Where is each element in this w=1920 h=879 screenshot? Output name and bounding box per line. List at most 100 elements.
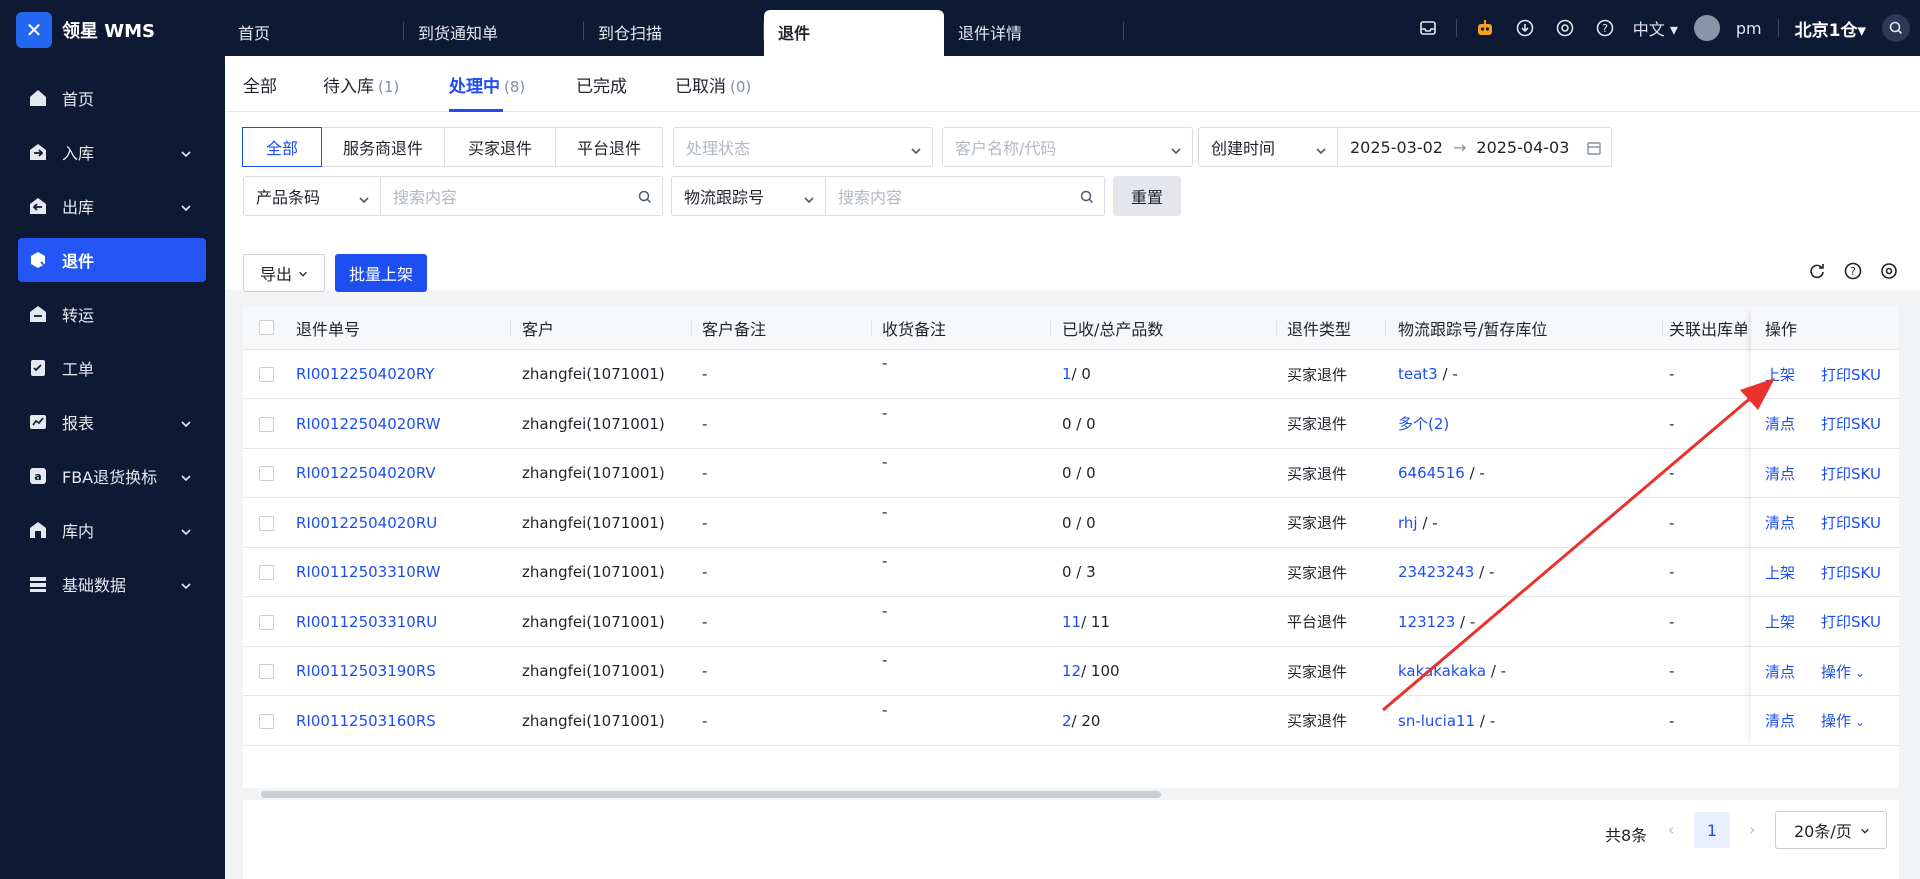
row-checkbox[interactable]: [259, 565, 274, 580]
app-logo[interactable]: ✕ 领星 WMS: [16, 12, 155, 48]
sidebar-item-fba-relabel[interactable]: a FBA退货换标: [18, 454, 206, 498]
select-all-checkbox[interactable]: [259, 320, 274, 335]
return-no-link[interactable]: RI00122504020RU: [296, 514, 437, 532]
sidebar-item-inventory[interactable]: 库内: [18, 508, 206, 552]
tracking-link[interactable]: rhj: [1398, 514, 1418, 532]
return-no-link[interactable]: RI00122504020RY: [296, 365, 434, 383]
tab-status-processing[interactable]: 处理中 (8): [449, 72, 525, 97]
status-placeholder: 处理状态: [686, 139, 751, 158]
inbox-icon[interactable]: [1416, 16, 1440, 40]
horizontal-scrollbar[interactable]: [243, 788, 1899, 800]
row-checkbox[interactable]: [259, 416, 274, 432]
customer-note-cell: -: [702, 662, 708, 680]
tab-status-pending[interactable]: 待入库 (1): [323, 72, 399, 97]
search-placeholder: 搜索内容: [838, 188, 903, 207]
batch-shelve-button[interactable]: 批量上架: [335, 254, 427, 292]
sidebar-item-home[interactable]: 首页: [18, 76, 206, 120]
return-no-link[interactable]: RI00112503160RS: [296, 712, 436, 730]
tracking-link[interactable]: kakakakaka: [1398, 662, 1486, 680]
next-page-icon[interactable]: ›: [1749, 820, 1755, 839]
help-icon[interactable]: ?: [1844, 262, 1862, 284]
type-platform-button[interactable]: 平台退件: [555, 127, 663, 167]
return-no-link[interactable]: RI00112503310RW: [296, 563, 440, 581]
tracking-link[interactable]: 多个(2): [1398, 415, 1449, 433]
customer-note-cell: -: [702, 563, 708, 581]
tab-arrival-scan[interactable]: 到仓扫描: [584, 0, 764, 56]
tracking-search-input[interactable]: 搜索内容: [825, 176, 1105, 216]
status-tab-count: (8): [504, 78, 526, 96]
language-select[interactable]: 中文 ▾: [1633, 16, 1678, 40]
export-button[interactable]: 导出: [243, 254, 325, 292]
tracking-link[interactable]: sn-lucia11: [1398, 712, 1475, 730]
tracking-link[interactable]: 23423243: [1398, 563, 1474, 581]
page-size-select[interactable]: 20条/页: [1775, 811, 1887, 849]
row-checkbox[interactable]: [259, 515, 274, 531]
search-icon[interactable]: [1882, 14, 1910, 42]
tracking-link[interactable]: 6464516: [1398, 464, 1465, 482]
column-settings-icon[interactable]: [1880, 262, 1898, 284]
sidebar-item-inbound[interactable]: 入库: [18, 130, 206, 174]
received-total-cell: 11/ 11: [1062, 613, 1110, 631]
sidebar-item-transfer[interactable]: 转运: [18, 292, 206, 336]
refresh-icon[interactable]: [1808, 262, 1826, 284]
avatar[interactable]: [1693, 15, 1720, 41]
received-count[interactable]: 11: [1062, 613, 1081, 631]
user-name[interactable]: pm: [1736, 19, 1762, 38]
received-count[interactable]: 12: [1062, 662, 1081, 680]
scrollbar-thumb[interactable]: [261, 791, 1161, 798]
search-placeholder: 搜索内容: [393, 188, 458, 207]
robot-icon[interactable]: [1473, 16, 1497, 40]
reset-button[interactable]: 重置: [1113, 176, 1181, 216]
search-icon: [1080, 189, 1094, 208]
col-divider: [1662, 320, 1663, 336]
storage-location: / -: [1475, 711, 1496, 730]
sidebar-item-workorder[interactable]: 工单: [18, 346, 206, 390]
date-type-select[interactable]: 创建时间: [1198, 127, 1338, 167]
row-checkbox[interactable]: [259, 466, 274, 481]
received-count[interactable]: 2: [1062, 712, 1072, 730]
customer-select[interactable]: 客户名称/代码: [942, 127, 1193, 167]
return-no-link[interactable]: RI00122504020RW: [296, 415, 440, 433]
tab-return-detail[interactable]: 退件详情: [944, 0, 1124, 56]
received-total-cell: 1/ 0: [1062, 365, 1091, 383]
workorder-icon: [28, 356, 52, 380]
status-select[interactable]: 处理状态: [673, 127, 933, 167]
tab-home[interactable]: 首页: [224, 0, 404, 56]
help-icon[interactable]: ?: [1593, 16, 1617, 40]
tab-returns[interactable]: 退件: [764, 10, 944, 56]
row-checkbox[interactable]: [259, 713, 274, 729]
type-buyer-button[interactable]: 买家退件: [444, 127, 556, 167]
product-search-input[interactable]: 搜索内容: [380, 176, 663, 216]
received-total-cell: 0 / 0: [1062, 464, 1096, 482]
tracking-field-select[interactable]: 物流跟踪号: [671, 176, 826, 216]
type-all-button[interactable]: 全部: [242, 127, 322, 167]
warehouse-select[interactable]: 北京1仓▾: [1795, 16, 1866, 41]
tracking-link[interactable]: 123123: [1398, 613, 1455, 631]
tab-status-all[interactable]: 全部: [243, 72, 281, 97]
return-no-link[interactable]: RI00112503310RU: [296, 613, 437, 631]
tab-status-completed[interactable]: 已完成: [576, 72, 631, 97]
sidebar-item-reports[interactable]: 报表: [18, 400, 206, 444]
total-count: 0 / 0: [1062, 464, 1096, 482]
date-range-picker[interactable]: 2025-03-02 → 2025-04-03: [1337, 127, 1612, 167]
tracking-link[interactable]: teat3: [1398, 365, 1438, 383]
row-checkbox[interactable]: [259, 664, 274, 679]
download-icon[interactable]: [1513, 16, 1537, 40]
settings-icon[interactable]: [1553, 16, 1577, 40]
received-count[interactable]: 1: [1062, 365, 1072, 383]
tab-arrival-notice[interactable]: 到货通知单: [404, 0, 584, 56]
tab-status-cancelled[interactable]: 已取消 (0): [675, 72, 751, 97]
row-checkbox[interactable]: [259, 367, 274, 382]
prev-page-icon[interactable]: ‹: [1668, 820, 1674, 839]
page-1-button[interactable]: 1: [1694, 812, 1730, 848]
product-field-select[interactable]: 产品条码: [243, 176, 381, 216]
sidebar-item-base-data[interactable]: 基础数据: [18, 562, 206, 606]
sidebar-item-returns[interactable]: 退件: [18, 238, 206, 282]
related-order-cell: -: [1669, 513, 1675, 532]
type-provider-button[interactable]: 服务商退件: [321, 127, 445, 167]
return-no-link[interactable]: RI00122504020RV: [296, 464, 436, 482]
customer-note-cell: -: [702, 711, 708, 730]
sidebar-item-outbound[interactable]: 出库: [18, 184, 206, 228]
return-no-link[interactable]: RI00112503190RS: [296, 662, 436, 680]
row-checkbox[interactable]: [259, 614, 274, 630]
